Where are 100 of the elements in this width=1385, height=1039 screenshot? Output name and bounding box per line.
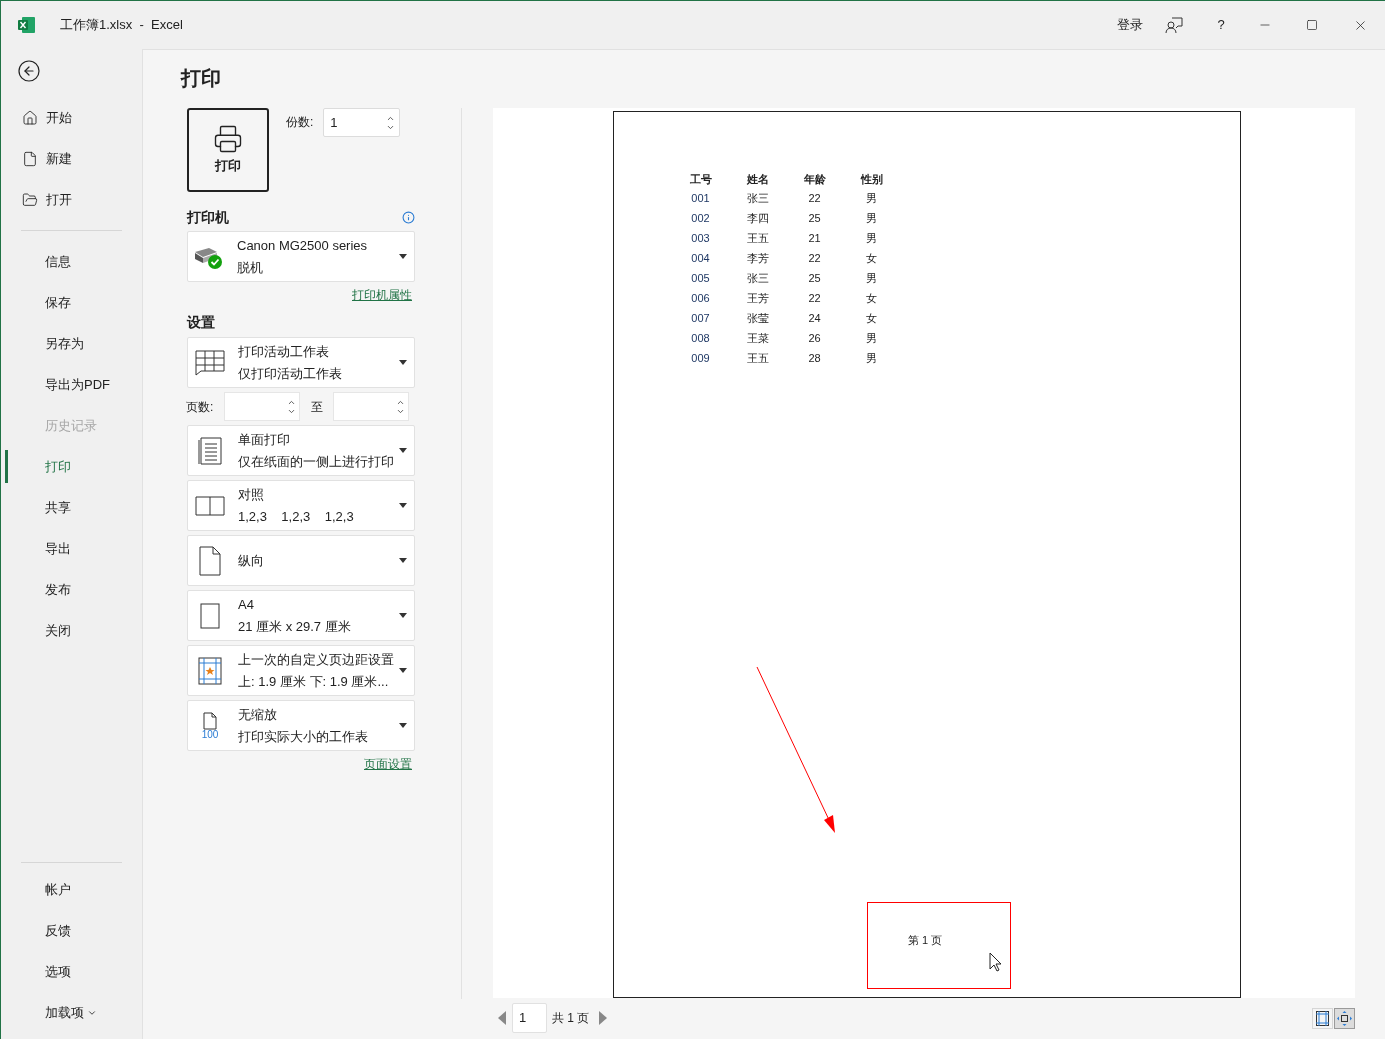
table-cell-text: 张三 (745, 190, 770, 206)
sidebar-item[interactable]: 保存 (1, 282, 142, 323)
table-cell-text: 002 (690, 210, 711, 226)
page-number-field[interactable]: 1 (512, 1003, 547, 1033)
spreadsheet-app-icon (18, 17, 35, 33)
table-cell-text: 女 (865, 310, 878, 326)
show-margins-button[interactable] (1312, 1007, 1333, 1029)
print-setting-dropdown[interactable]: 单面打印 仅在纸面的一侧上进行打印 (187, 425, 415, 476)
page-from-field[interactable] (224, 392, 300, 421)
table-cell-text: 22 (807, 250, 822, 266)
print-setting-dropdown[interactable]: 纵向 (187, 535, 415, 586)
table-cell-text: 女 (865, 250, 878, 266)
table-cell-text: 李四 (745, 210, 770, 226)
table-cell-text: 王菜 (745, 330, 770, 346)
table-cell-text: 男 (865, 330, 878, 346)
print-setting-dropdown[interactable]: 上一次的自定义页边距设置 上: 1.9 厘米 下: 1.9 厘米... (187, 645, 415, 696)
sidebar-item[interactable]: 导出 (1, 528, 142, 569)
table-cell-text: 24 (807, 310, 822, 326)
table-cell-text: 25 (807, 210, 822, 226)
sidebar-item[interactable]: 反馈 (1, 910, 142, 951)
copies-field[interactable]: 1 (323, 108, 401, 137)
table-cell-text: 006 (690, 290, 711, 306)
print-setting-dropdown[interactable]: 100 无缩放 打印实际大小的工作表 (187, 700, 415, 751)
table-cell-text: 008 (690, 330, 711, 346)
info-icon[interactable] (402, 210, 415, 224)
sheet-grid-icon (195, 349, 225, 376)
table-cell-text: 女 (865, 290, 878, 306)
print-setting-dropdown[interactable]: 打印活动工作表 仅打印活动工作表 (187, 337, 415, 388)
table-cell-text: 28 (807, 350, 822, 366)
table-cell-text: 22 (807, 190, 822, 206)
two-pages-icon (195, 495, 225, 516)
page-heading: 打印 (181, 66, 221, 91)
maximize-icon[interactable] (1306, 19, 1318, 31)
column-header: 性别 (859, 171, 884, 187)
table-cell-text: 王五 (745, 230, 770, 246)
help-button[interactable]: ? (1211, 15, 1231, 35)
caret-icon (399, 613, 407, 618)
sidebar-item[interactable]: 打开 (1, 179, 142, 220)
caret-icon (399, 503, 407, 508)
sidebar-item[interactable]: 导出为PDF (1, 364, 142, 405)
next-page-icon[interactable] (599, 1011, 608, 1025)
column-header: 工号 (688, 171, 713, 187)
printer-dropdown[interactable]: Canon MG2500 series 脱机 (187, 231, 415, 282)
page-setup-link[interactable]: 页面设置 (364, 755, 412, 773)
feedback-person-icon[interactable] (1165, 16, 1183, 34)
sidebar-item[interactable]: 加载项 (1, 992, 142, 1033)
sidebar-item[interactable]: 打印 (1, 446, 142, 487)
caret-icon (399, 254, 407, 259)
table-cell-text: 009 (690, 350, 711, 366)
back-icon[interactable] (17, 59, 41, 83)
table-cell-text: 张莹 (745, 310, 770, 326)
table-cell-text: 张三 (745, 270, 770, 286)
sidebar-item[interactable]: 发布 (1, 569, 142, 610)
pages-label: 页数: (186, 398, 215, 416)
print-button[interactable]: 打印 (187, 108, 269, 192)
new-icon (22, 150, 38, 167)
table-cell-text: 男 (865, 350, 878, 366)
table-cell-text: 004 (690, 250, 711, 266)
pages-to-label: 至 (309, 398, 324, 416)
zoom-to-page-button[interactable] (1334, 1007, 1355, 1029)
page-to-field[interactable] (333, 392, 409, 421)
window-title: 工作簿1.xlsx - Excel (60, 16, 183, 35)
caret-icon (399, 668, 407, 673)
home-icon (22, 109, 38, 126)
open-icon (22, 191, 38, 208)
table-cell-text: 李芳 (745, 250, 770, 266)
page-icon (203, 711, 217, 730)
caret-icon (399, 723, 407, 728)
settings-heading: 设置 (187, 313, 215, 332)
sidebar-item[interactable]: 帐户 (1, 869, 142, 910)
page-icon (199, 545, 221, 576)
sidebar-item[interactable]: 新建 (1, 138, 142, 179)
print-setting-dropdown[interactable]: 对照 1,2,3 1,2,3 1,2,3 (187, 480, 415, 531)
scale-percent: 100 (201, 729, 219, 740)
table-cell-text: 男 (865, 230, 878, 246)
table-cell-text: 26 (807, 330, 822, 346)
sidebar-item[interactable]: 关闭 (1, 610, 142, 651)
table-cell-text: 005 (690, 270, 711, 286)
sign-in-link[interactable]: 登录 (1117, 15, 1143, 35)
margins-icon (198, 656, 222, 685)
column-header: 姓名 (745, 171, 770, 187)
printer-properties-link[interactable]: 打印机属性 (352, 286, 412, 304)
sidebar-item[interactable]: 信息 (1, 241, 142, 282)
table-cell-text: 男 (865, 210, 878, 226)
column-header: 年龄 (802, 171, 827, 187)
sidebar-item[interactable]: 另存为 (1, 323, 142, 364)
table-cell-text: 男 (865, 270, 878, 286)
copies-label: 份数: (286, 114, 314, 131)
paper-icon (200, 602, 220, 629)
table-cell-text: 001 (690, 190, 711, 206)
sidebar-item[interactable]: 选项 (1, 951, 142, 992)
table-cell-text: 25 (807, 270, 822, 286)
print-setting-dropdown[interactable]: A4 21 厘米 x 29.7 厘米 (187, 590, 415, 641)
sidebar-item[interactable]: 共享 (1, 487, 142, 528)
caret-icon (399, 448, 407, 453)
caret-icon (399, 360, 407, 365)
sidebar-item[interactable]: 开始 (1, 97, 142, 138)
page-total: 共 1 页 (552, 1010, 590, 1027)
previous-page-icon[interactable] (498, 1011, 506, 1025)
table-cell-text: 21 (807, 230, 822, 246)
